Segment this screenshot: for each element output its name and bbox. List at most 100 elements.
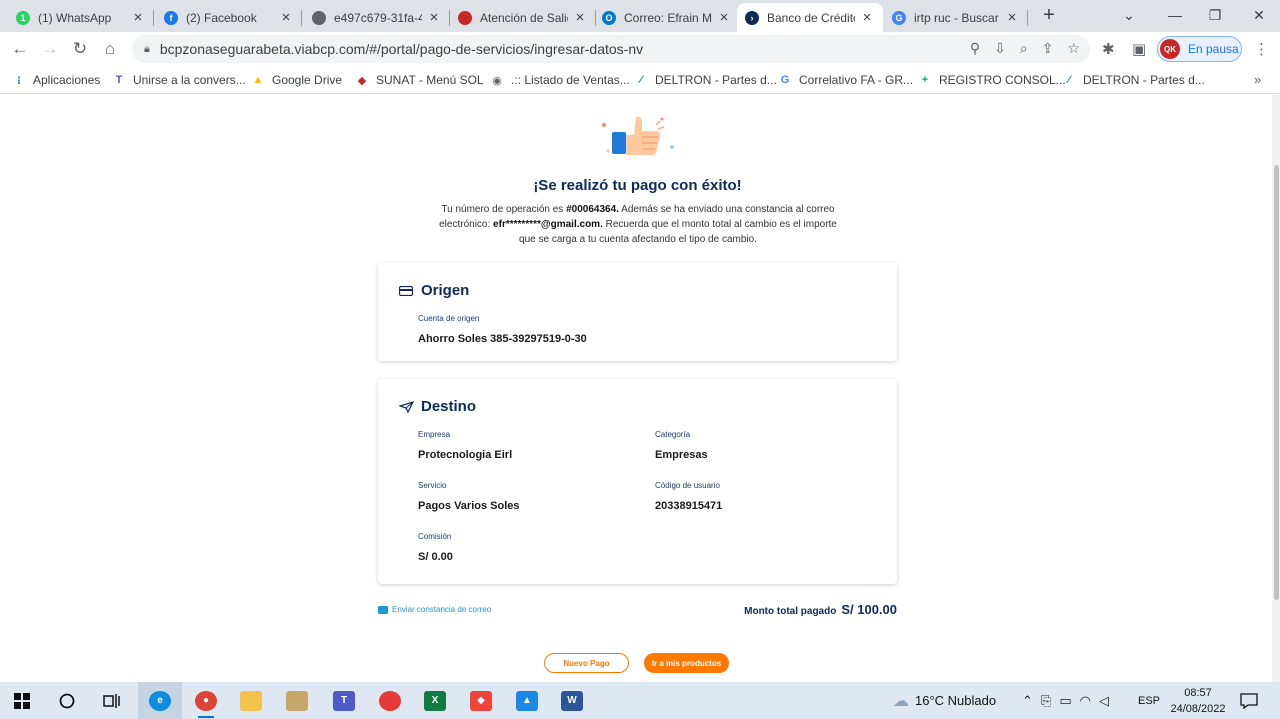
side-panel-icon[interactable]: ▣ — [1132, 40, 1146, 58]
meet-icon[interactable]: ⎘ — [1041, 693, 1051, 709]
location-icon[interactable]: ⚲ — [970, 40, 980, 57]
bookmark-label: .:: Listado de Ventas... — [511, 73, 630, 87]
new-payment-button[interactable]: Nuevo Pago — [544, 653, 629, 673]
close-tab-icon[interactable]: × — [278, 9, 294, 26]
tab-separator — [1027, 10, 1028, 26]
tab-search-chevron-icon[interactable]: ⌄ — [1106, 0, 1152, 30]
total-paid: Monto total pagado S/ 100.00 — [744, 602, 897, 617]
tab-3[interactable]: Atención de Salid × — [450, 3, 596, 32]
globe-icon — [312, 10, 326, 25]
taskbar-word[interactable]: W — [550, 682, 594, 719]
origin-card: Origen Cuenta de origen Ahorro Soles 385… — [378, 263, 897, 361]
page-content: ¡Se realizó tu pago con éxito! Tu número… — [0, 95, 1272, 682]
tab-5[interactable]: › Banco de Crédito × — [737, 3, 883, 32]
restore-button[interactable]: ❐ — [1192, 0, 1238, 30]
tab-6[interactable]: Girtp ruc - Buscar c × — [884, 3, 1028, 32]
field-label: Empresa — [418, 430, 451, 439]
weather-widget[interactable]: ☁ 16°C Nublado — [893, 682, 996, 719]
chrome-icon: ● — [195, 690, 217, 711]
address-bar[interactable]: 🔒︎ bcpzonaseguarabeta.viabcp.com/#/porta… — [132, 35, 1090, 63]
scrollbar-thumb[interactable] — [1274, 165, 1279, 600]
origin-title-text: Origen — [421, 282, 470, 299]
company-field: Empresa Protecnologia Eirl — [418, 430, 512, 461]
close-tab-icon[interactable]: × — [716, 9, 732, 26]
clock[interactable]: 08:57 24/08/2022 — [1165, 685, 1231, 717]
bookmark-item[interactable]: ◉ .:: Listado de Ventas... — [490, 71, 630, 89]
folder-icon — [240, 690, 262, 711]
bookmark-item[interactable]: ⁄ DELTRON - Partes d... — [634, 71, 777, 89]
taskbar-edge[interactable]: e — [138, 682, 182, 719]
wifi-icon[interactable]: ◠ — [1080, 693, 1091, 709]
send-receipt-label: Enviar constancia de correo — [392, 605, 492, 614]
bookmark-star-icon[interactable]: ☆ — [1067, 40, 1080, 57]
paper-plane-icon — [398, 399, 414, 415]
battery-icon[interactable]: ▭ — [1059, 693, 1071, 709]
operation-number: #00064364. — [566, 204, 619, 215]
taskbar-photos[interactable]: ▲ — [505, 682, 549, 719]
destination-title: Destino — [398, 398, 476, 415]
taskbar-app[interactable] — [275, 682, 319, 719]
close-tab-icon[interactable]: × — [130, 9, 146, 26]
google-icon: G — [780, 74, 790, 86]
extensions-icon[interactable]: ✱ — [1102, 40, 1115, 58]
destination-card: Destino Empresa Protecnologia Eirl Categ… — [378, 379, 897, 584]
origin-title: Origen — [398, 282, 469, 299]
close-tab-icon[interactable]: × — [572, 9, 588, 26]
home-icon[interactable]: ⌂ — [98, 37, 122, 61]
bookmark-item[interactable]: ▲ Google Drive — [251, 71, 342, 89]
tab-2[interactable]: e497c679-31fa-4 × — [304, 3, 450, 32]
bookmark-label: DELTRON - Partes d... — [1083, 73, 1205, 87]
field-value: Empresas — [655, 449, 708, 461]
drive-icon: ▲ — [252, 74, 264, 86]
more-bookmarks-icon[interactable]: » — [1254, 72, 1261, 87]
task-view-button[interactable] — [90, 682, 134, 719]
notifications-icon[interactable] — [1240, 682, 1258, 719]
search-icon — [59, 693, 75, 708]
app-icon — [286, 690, 308, 711]
close-tab-icon[interactable]: × — [426, 9, 442, 26]
tab-4[interactable]: O Correo: Efrain Me × — [594, 3, 740, 32]
excel-icon: X — [424, 690, 446, 711]
bookmark-item[interactable]: ⁄ DELTRON - Partes d... — [1062, 71, 1205, 89]
volume-icon[interactable]: ◁ — [1099, 693, 1109, 709]
close-window-button[interactable]: ✕ — [1236, 0, 1280, 30]
chevron-up-icon[interactable]: ⌃ — [1022, 693, 1033, 709]
page-title: ¡Se realizó tu pago con éxito! — [533, 177, 742, 194]
zoom-icon[interactable]: ⌕ — [1020, 40, 1028, 57]
menu-icon[interactable]: ⋮ — [1254, 40, 1269, 58]
new-tab-button[interactable]: + — [1038, 4, 1060, 28]
tab-strip: 1 (1) WhatsApp × f (2) Facebook × e497c679-31f… — [0, 0, 1280, 32]
profile-button[interactable]: QK En pausa — [1157, 36, 1242, 62]
bookmark-item[interactable]: T Unirse a la convers... — [112, 71, 246, 89]
deltron-icon: ⁄ — [1068, 74, 1070, 86]
close-tab-icon[interactable]: × — [1004, 9, 1020, 26]
bookmark-item[interactable]: ⁝ Aplicaciones — [12, 71, 100, 89]
start-button[interactable] — [0, 682, 44, 719]
tab-0[interactable]: 1 (1) WhatsApp × — [8, 3, 154, 32]
forward-icon[interactable]: → — [38, 37, 62, 61]
taskbar-chrome[interactable]: ● — [184, 682, 228, 719]
whatsapp-icon: 1 — [16, 10, 30, 25]
send-receipt-link[interactable]: Enviar constancia de correo — [378, 605, 491, 614]
bookmark-item[interactable]: + REGISTRO CONSOL... — [918, 71, 1066, 89]
reload-icon[interactable]: ↻ — [68, 37, 92, 61]
taskbar-explorer[interactable] — [229, 682, 273, 719]
taskbar-anydesk[interactable]: ◆ — [459, 682, 503, 719]
search-button[interactable] — [45, 682, 89, 719]
back-icon[interactable]: ← — [8, 37, 32, 61]
share-icon[interactable]: ⇪ — [1042, 40, 1054, 57]
taskbar-teams[interactable]: T — [322, 682, 366, 719]
go-to-products-button[interactable]: Ir a mis productos — [644, 653, 729, 673]
bookmark-item[interactable]: G Correlativo FA - GR... — [778, 71, 913, 89]
tab-1[interactable]: f (2) Facebook × — [156, 3, 302, 32]
language-indicator[interactable]: ESP — [1138, 682, 1160, 719]
taskbar-app2[interactable] — [368, 682, 412, 719]
lock-icon: 🔒︎ — [144, 42, 150, 55]
tab-title: irtp ruc - Buscar c — [914, 10, 1000, 25]
bookmark-item[interactable]: ◆ SUNAT - Menú SOL — [355, 71, 484, 89]
close-tab-icon[interactable]: × — [859, 9, 875, 26]
taskbar-excel[interactable]: X — [413, 682, 457, 719]
tab-title: Atención de Salid — [480, 10, 568, 25]
install-icon[interactable]: ⇩ — [994, 40, 1006, 57]
field-label: Servicio — [418, 481, 447, 490]
